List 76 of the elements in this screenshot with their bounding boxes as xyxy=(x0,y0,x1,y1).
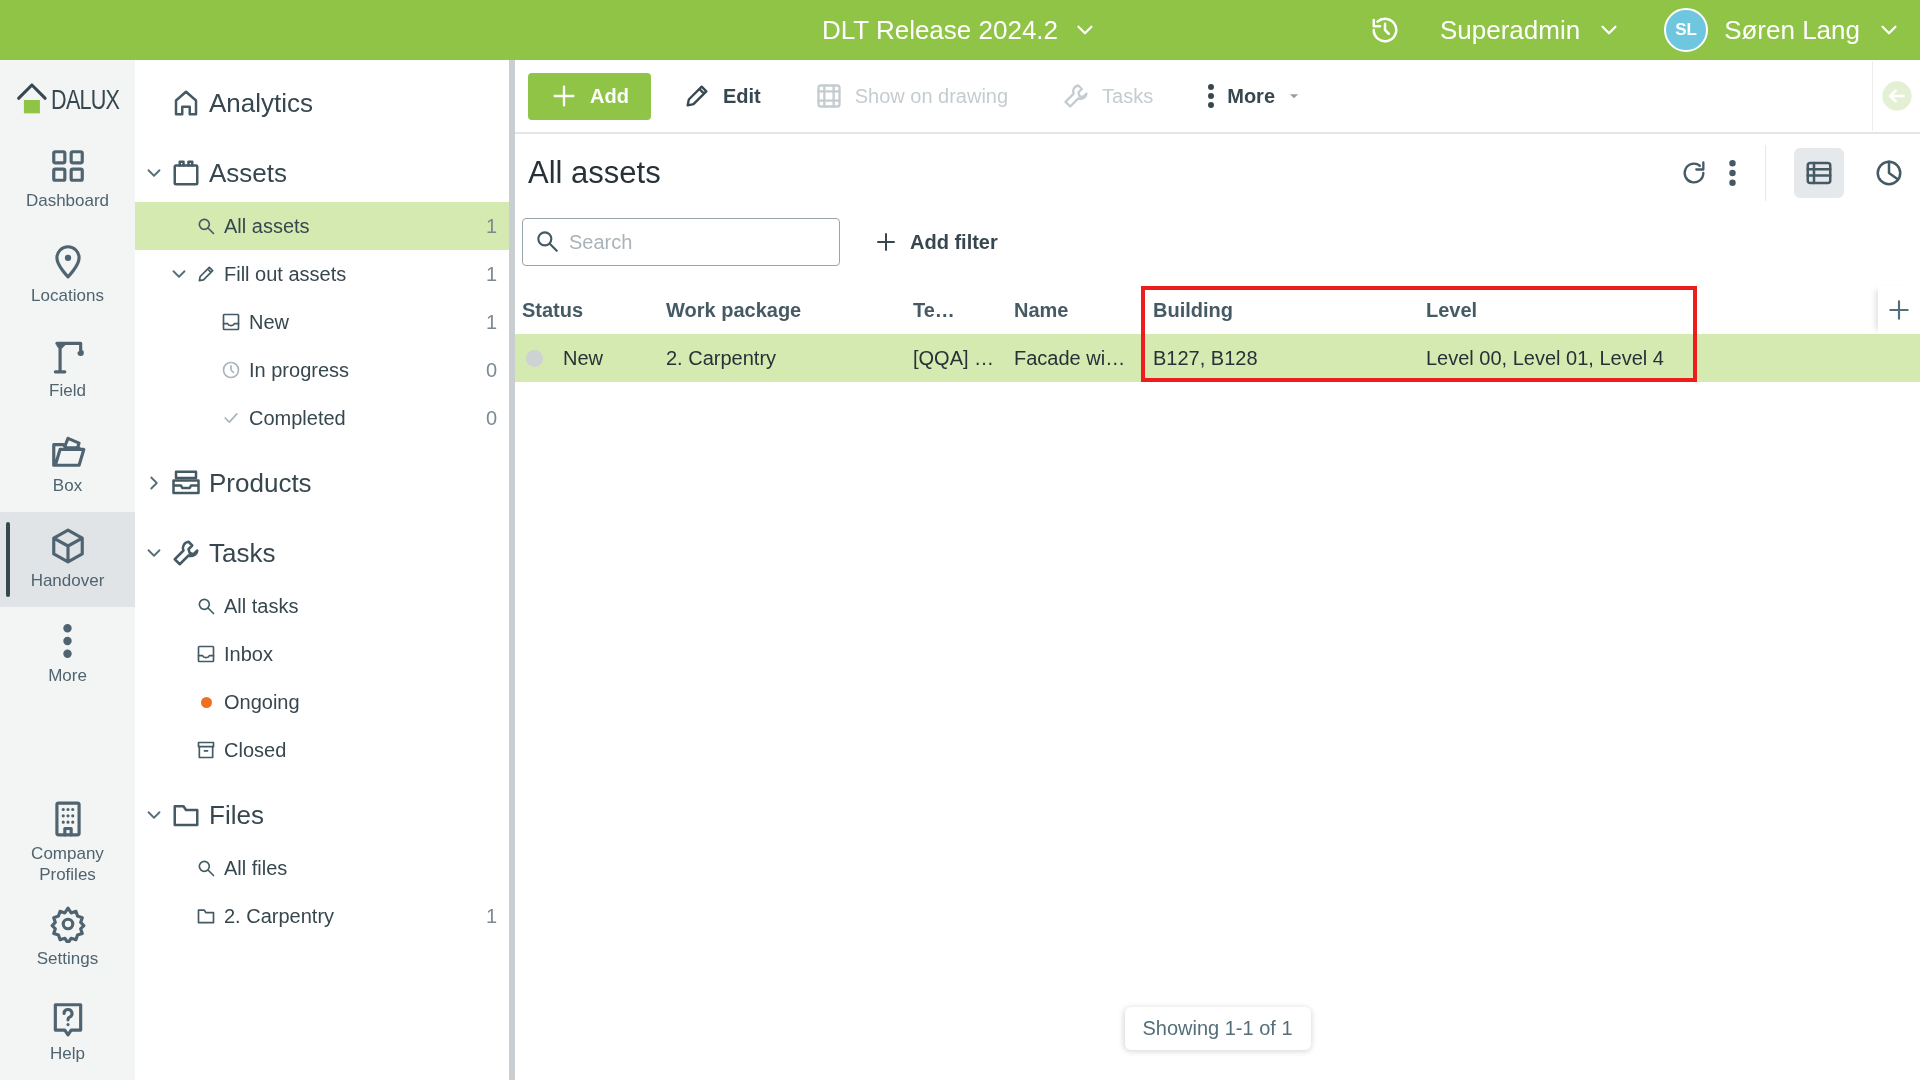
rail-item[interactable]: More xyxy=(0,607,135,702)
nav-item[interactable]: Ongoing xyxy=(135,678,509,726)
dalux-logo: DALUX xyxy=(13,68,122,132)
table-cell-text: [QQA] … xyxy=(913,345,996,371)
floor-plan-icon xyxy=(814,82,843,110)
item-count: 0 xyxy=(485,358,497,382)
table-cell-text: Level 00, Level 01, Level 4 xyxy=(1426,345,1665,371)
column-header[interactable]: Building xyxy=(1153,286,1426,334)
search-field[interactable]: Search xyxy=(522,218,840,266)
wrench-icon xyxy=(1062,82,1091,110)
more-icon xyxy=(62,622,73,661)
search-icon xyxy=(196,216,216,236)
nav-item[interactable]: Assets xyxy=(135,144,509,202)
item-count: 1 xyxy=(485,904,497,928)
column-header[interactable]: Status xyxy=(515,286,666,334)
column-header[interactable]: Level xyxy=(1426,286,1697,334)
wrench-icon xyxy=(171,538,201,568)
column-header[interactable]: Te… xyxy=(913,286,1014,334)
nav-item[interactable]: 2. Carpentry 1 xyxy=(135,892,509,940)
archive-icon xyxy=(196,740,216,760)
nav-item[interactable]: Files xyxy=(135,786,509,844)
page-title: All assets xyxy=(528,155,661,191)
nav-item[interactable]: Products xyxy=(135,454,509,512)
nav-item[interactable]: All files xyxy=(135,844,509,892)
view-toggle[interactable] xyxy=(1794,148,1844,198)
rail-item[interactable]: Settings xyxy=(0,890,135,985)
nav-item[interactable]: Tasks xyxy=(135,524,509,582)
search-icon xyxy=(534,228,560,254)
clock-icon xyxy=(221,360,241,380)
add-column-icon[interactable] xyxy=(1886,297,1912,323)
table-cell-text: Facade wi… xyxy=(1014,345,1127,371)
more-icon xyxy=(1207,83,1216,109)
nav-item[interactable]: Inbox xyxy=(135,630,509,678)
item-count: 1 xyxy=(485,310,497,334)
add-filter-button[interactable]: Add filter xyxy=(870,230,1002,254)
column-header[interactable]: Name xyxy=(1014,286,1153,334)
refresh-icon[interactable] xyxy=(1680,159,1708,187)
inbox-icon xyxy=(196,644,216,664)
user-avatar: SL xyxy=(1664,8,1709,52)
nav-item[interactable]: Fill out assets 1 xyxy=(135,250,509,298)
status-cell: New xyxy=(515,334,666,382)
nav-item[interactable]: New 1 xyxy=(135,298,509,346)
nav-item[interactable]: Analytics xyxy=(135,74,509,132)
nav-item[interactable]: In progress 0 xyxy=(135,346,509,394)
rail-item[interactable]: Company Profiles xyxy=(0,795,135,890)
rail-item[interactable]: Field xyxy=(0,322,135,417)
search-icon xyxy=(196,596,216,616)
table-row[interactable]: New 2. Carpentry [QQA] … Facade wi… B127, B128 Level 00, Level 01, Level 4 xyxy=(515,334,1920,382)
toolbar-button[interactable]: More xyxy=(1185,72,1324,120)
item-count: 0 xyxy=(485,406,497,430)
rail-item[interactable]: Box xyxy=(0,417,135,512)
rail-item[interactable]: Dashboard xyxy=(0,132,135,227)
nav-item[interactable]: Completed 0 xyxy=(135,394,509,442)
pie-chart-icon xyxy=(1874,158,1904,188)
rail-item[interactable]: Help xyxy=(0,985,135,1080)
status-dot xyxy=(526,349,543,367)
item-count: 1 xyxy=(485,214,497,238)
plus-icon xyxy=(874,230,898,254)
calendar-box-icon xyxy=(171,158,201,188)
rail-item[interactable]: Locations xyxy=(0,227,135,322)
nav-item[interactable]: Closed xyxy=(135,726,509,774)
inbox-icon xyxy=(221,312,241,332)
nav-item[interactable]: All assets 1 xyxy=(135,202,509,250)
toolbar-button[interactable]: Edit xyxy=(660,72,783,120)
rail-item[interactable]: Handover xyxy=(0,512,135,607)
column-header[interactable]: Work package xyxy=(666,286,913,334)
pencil-icon xyxy=(196,264,216,284)
table-cell-text: B127, B128 xyxy=(1153,345,1259,371)
more-icon[interactable] xyxy=(1728,159,1737,187)
result-count: Showing 1-1 of 1 xyxy=(1124,1007,1311,1050)
item-count: 1 xyxy=(485,262,497,286)
table-cell-text: 2. Carpentry xyxy=(666,345,778,371)
search-icon xyxy=(196,858,216,878)
nav-item[interactable]: All tasks xyxy=(135,582,509,630)
folder-icon xyxy=(196,906,216,926)
settings-icon xyxy=(48,905,87,944)
